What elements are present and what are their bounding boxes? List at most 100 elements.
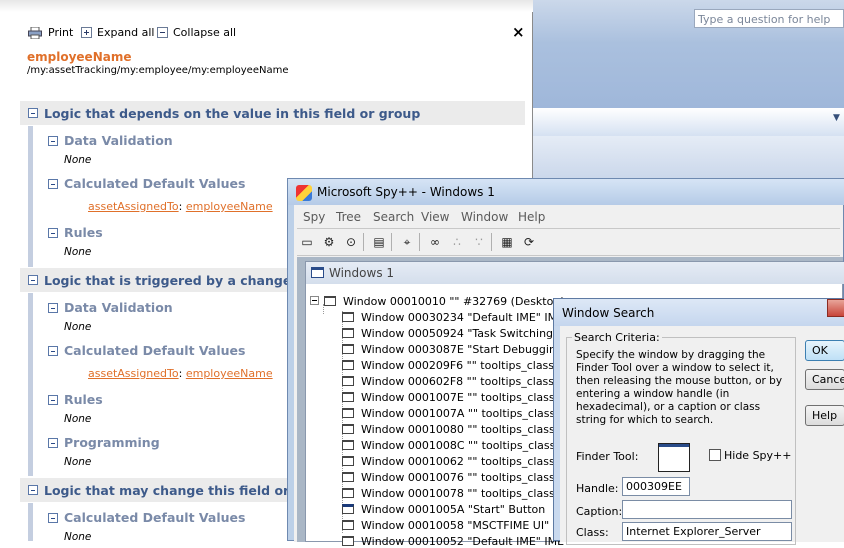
menu-window[interactable]: Window	[461, 210, 508, 224]
group-calculated-default-values[interactable]: Calculated Default Values	[40, 510, 245, 525]
class-label: Class:	[576, 526, 609, 539]
refresh-icon[interactable]: ⟳	[521, 234, 537, 250]
window-icon	[342, 312, 354, 322]
cancel-button[interactable]: Cancel	[805, 369, 844, 390]
none-value: None	[64, 246, 92, 258]
group-title: Calculated Default Values	[64, 176, 246, 191]
collapse-icon[interactable]	[48, 345, 58, 356]
collapse-icon[interactable]	[310, 296, 319, 305]
tree-node[interactable]: Window 000602F8 "" tooltips_class32	[342, 375, 568, 388]
collapse-icon[interactable]	[28, 275, 38, 285]
tree-node[interactable]: Window 000209F6 "" tooltips_class32	[342, 359, 568, 372]
tree-node[interactable]: Window 0001007A "" tooltips_class32	[342, 407, 569, 420]
menu-spy[interactable]: Spy	[303, 210, 325, 224]
tree-node-label: Window 00010052 "Default IME" IME	[361, 535, 565, 548]
employee-name-link[interactable]: employeeName	[186, 367, 273, 380]
log-messages-icon[interactable]: ▤	[371, 234, 387, 250]
tree-node[interactable]: Window 0001008C "" tooltips_class32	[342, 439, 569, 452]
collapse-icon[interactable]	[48, 227, 58, 238]
tree-root[interactable]: Window 00010010 "" #32769 (Desktop)	[310, 295, 565, 308]
tree-node[interactable]: Window 00010076 "" tooltips_class32	[342, 471, 569, 484]
help-button[interactable]: Help	[805, 405, 844, 426]
tree-node-label: Window 0001008C "" tooltips_class32	[361, 439, 570, 452]
finder-tool[interactable]	[658, 443, 690, 472]
windows-icon[interactable]: ▭	[299, 234, 315, 250]
handle-label: Handle:	[576, 482, 619, 495]
tree-node[interactable]: Window 00010080 "" tooltips_class32	[342, 423, 569, 436]
close-icon[interactable]: ×	[512, 23, 525, 41]
asset-assigned-to-link[interactable]: assetAssignedTo	[88, 367, 179, 380]
collapse-icon[interactable]	[28, 485, 38, 495]
window-icon	[342, 360, 354, 370]
window-icon	[342, 440, 354, 450]
group-data-validation[interactable]: Data Validation	[40, 133, 173, 148]
dialog-body: Search Criteria: Specify the window by d…	[560, 326, 844, 545]
menu-tree[interactable]: Tree	[336, 210, 361, 224]
group-rules[interactable]: Rules	[40, 392, 103, 407]
class-field[interactable]: Internet Explorer_Server	[622, 522, 792, 541]
window-search-dialog: Window Search Search Criteria: Specify t…	[553, 298, 844, 545]
tree-node-label: Window 00010062 "" tooltips_class32	[361, 455, 569, 468]
calc-link-row: assetAssignedTo: employeeName	[88, 367, 273, 380]
collapse-icon[interactable]	[48, 135, 58, 146]
menu-view[interactable]: View	[421, 210, 449, 224]
tree-node[interactable]: Window 00010052 "Default IME" IME	[342, 535, 564, 548]
close-icon[interactable]	[827, 299, 844, 317]
spy-title-bar[interactable]: Microsoft Spy++ - Windows 1	[288, 179, 844, 205]
toolbar-separator	[391, 233, 392, 251]
window-icon	[311, 267, 324, 278]
spy-title: Microsoft Spy++ - Windows 1	[317, 185, 495, 199]
section-title: Logic that depends on the value in this …	[44, 105, 421, 121]
binoculars-icon[interactable]: ∞	[427, 234, 443, 250]
hide-spy-checkbox[interactable]	[709, 449, 721, 461]
menu-search[interactable]: Search	[373, 210, 414, 224]
none-value: None	[64, 456, 92, 468]
asset-assigned-to-link[interactable]: assetAssignedTo	[88, 200, 179, 213]
collapse-icon[interactable]	[48, 394, 58, 405]
collapse-icon[interactable]	[48, 302, 58, 313]
collapse-icon[interactable]	[48, 178, 58, 189]
group-title: Programming	[64, 435, 160, 450]
group-rules[interactable]: Rules	[40, 225, 103, 240]
collapse-icon[interactable]	[48, 437, 58, 448]
printer-icon	[28, 26, 42, 40]
print-button[interactable]: Print	[28, 26, 73, 40]
collapse-icon[interactable]	[48, 512, 58, 523]
employee-name-link[interactable]: employeeName	[186, 200, 273, 213]
dialog-title-bar[interactable]: Window Search	[554, 299, 844, 326]
expand-all-button[interactable]: Expand all	[81, 26, 155, 39]
caption-field[interactable]	[622, 500, 792, 519]
field-path: /my:assetTracking/my:employee/my:employe…	[27, 65, 289, 76]
find-next-icon[interactable]: ∴	[449, 234, 465, 250]
chevron-down-icon[interactable]: ▼	[833, 113, 840, 123]
collapse-icon[interactable]	[28, 108, 38, 118]
inspector-top-edge	[0, 0, 533, 12]
collapse-all-label: Collapse all	[173, 26, 237, 39]
collapse-all-button[interactable]: Collapse all	[157, 26, 236, 39]
group-title: Rules	[64, 225, 103, 240]
group-title: Calculated Default Values	[64, 510, 246, 525]
find-window-icon[interactable]: ⌖	[399, 234, 415, 250]
group-calculated-default-values[interactable]: Calculated Default Values	[40, 343, 245, 358]
group-data-validation[interactable]: Data Validation	[40, 300, 173, 315]
child-title-bar[interactable]: Windows 1	[306, 262, 844, 284]
handle-field[interactable]: 000309EE	[622, 477, 690, 496]
tree-node-label: Window 0001007E "" tooltips_class32	[361, 391, 569, 404]
properties-icon[interactable]: ▦	[499, 234, 515, 250]
group-programming[interactable]: Programming	[40, 435, 160, 450]
tree-node[interactable]: Window 00010078 "" tooltips_class32	[342, 487, 569, 500]
tree-node[interactable]: Window 0001005A "Start" Button	[342, 503, 545, 516]
help-search-input[interactable]: Type a question for help	[694, 9, 844, 28]
threads-icon[interactable]: ⊙	[343, 234, 359, 250]
find-previous-icon[interactable]: ∵	[471, 234, 487, 250]
menu-help[interactable]: Help	[518, 210, 545, 224]
ok-button[interactable]: OK	[805, 340, 844, 361]
tree-node[interactable]: Window 0001007E "" tooltips_class32	[342, 391, 569, 404]
tree-node[interactable]: Window 00030234 "Default IME" IME	[342, 311, 564, 324]
group-calculated-default-values[interactable]: Calculated Default Values	[40, 176, 245, 191]
expand-all-label: Expand all	[97, 26, 155, 39]
tree-node-label: Window 000209F6 "" tooltips_class32	[361, 359, 569, 372]
processes-icon[interactable]: ⚙	[321, 234, 337, 250]
tree-node[interactable]: Window 00010062 "" tooltips_class32	[342, 455, 569, 468]
section-depends-header[interactable]: Logic that depends on the value in this …	[20, 101, 525, 125]
